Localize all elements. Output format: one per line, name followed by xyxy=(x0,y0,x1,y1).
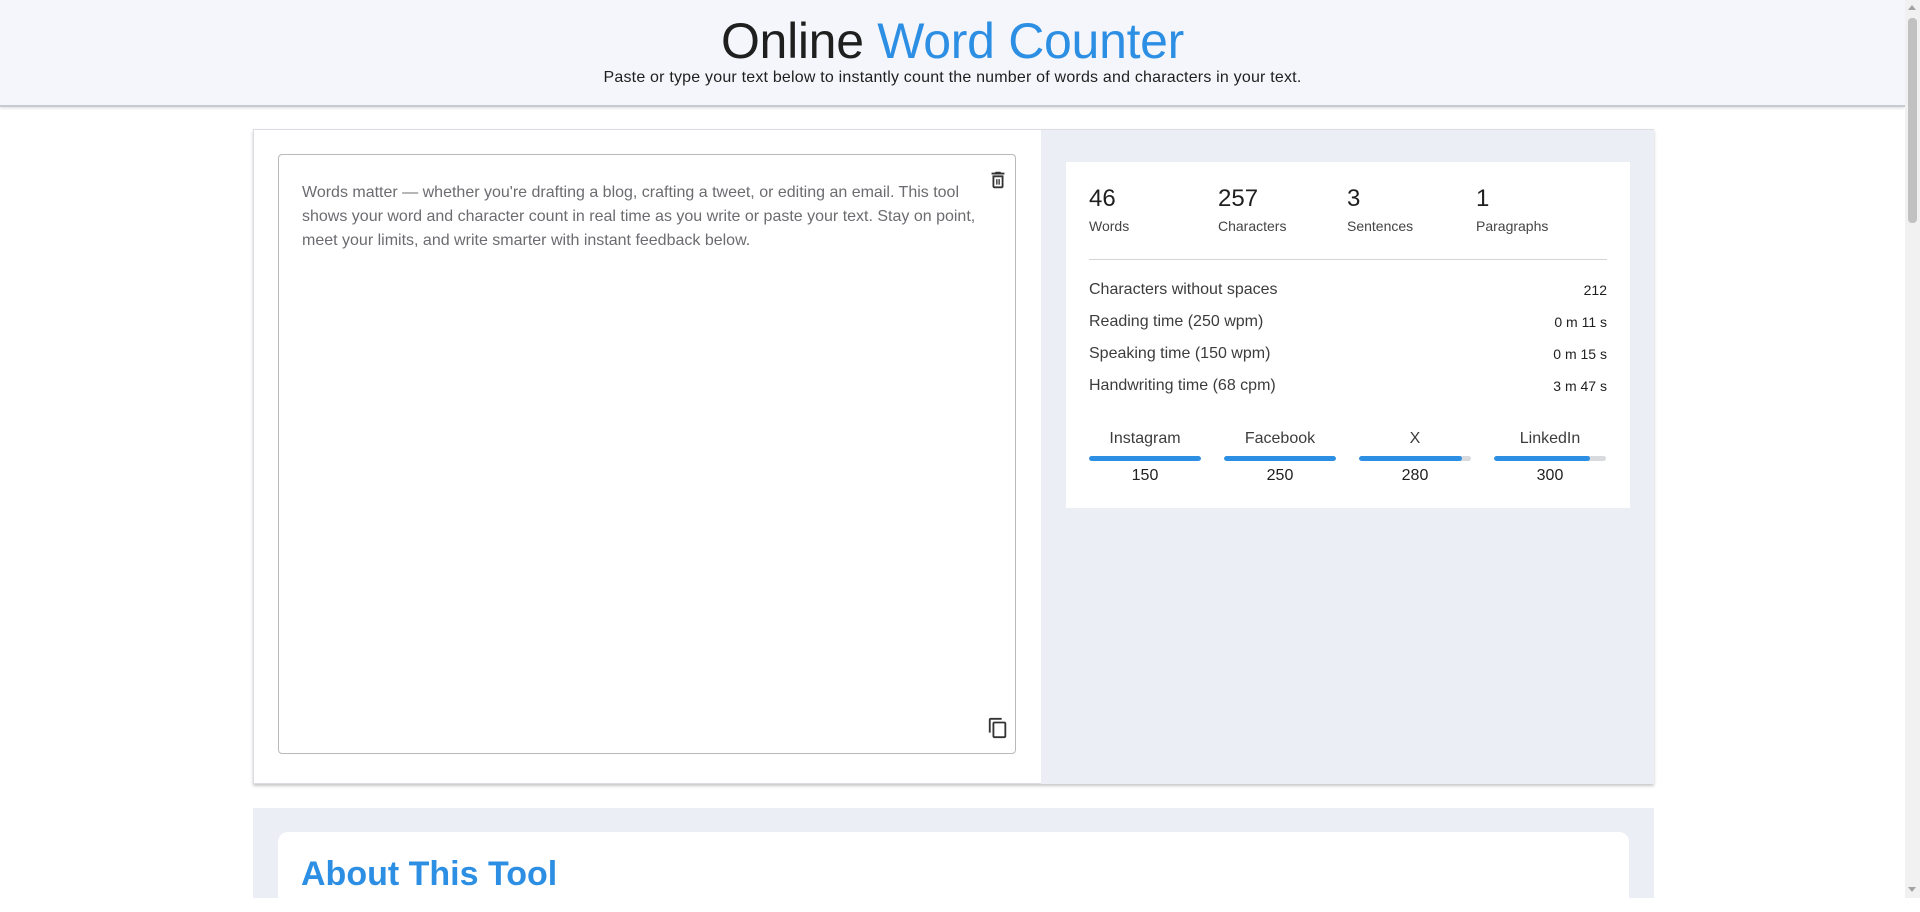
social-limit-value: 150 xyxy=(1131,467,1159,484)
social-limit-instagram: Instagram 150 xyxy=(1089,429,1201,486)
about-title: About This Tool xyxy=(301,855,558,893)
clear-button[interactable] xyxy=(985,167,1011,193)
characters-label: Characters xyxy=(1218,218,1287,234)
social-name: Facebook xyxy=(1244,430,1316,447)
paragraphs-count: 1 Paragraphs xyxy=(1476,184,1596,235)
copy-button[interactable] xyxy=(985,715,1011,741)
stats-panel: 46 Words 257 Characters 3 Sentences 1 Pa… xyxy=(1041,130,1654,784)
counter-card: Words matter — whether you're drafting a… xyxy=(253,129,1654,784)
editor-text[interactable]: Words matter — whether you're drafting a… xyxy=(302,181,982,253)
about-section: About This Tool xyxy=(253,808,1654,912)
social-limit-x: X 280 xyxy=(1359,429,1471,486)
social-name: X xyxy=(1409,430,1421,447)
detail-row: Reading time (250 wpm) 0 m 11 s xyxy=(1089,311,1607,333)
detail-row: Characters without spaces 212 xyxy=(1089,279,1607,301)
social-name: LinkedIn xyxy=(1519,430,1581,447)
social-progress-bar xyxy=(1494,456,1606,461)
social-progress-fill xyxy=(1359,456,1463,461)
detail-label: Speaking time (150 wpm) xyxy=(1089,345,1271,362)
social-limit-facebook: Facebook 250 xyxy=(1224,429,1336,486)
about-card: About This Tool xyxy=(278,832,1629,912)
social-limit-value: 250 xyxy=(1266,467,1294,484)
title-part-1: Online xyxy=(720,13,864,69)
copy-icon xyxy=(988,717,1007,739)
social-name: Instagram xyxy=(1109,430,1181,447)
characters-count: 257 Characters xyxy=(1218,184,1338,235)
social-limit-linkedin: LinkedIn 300 xyxy=(1494,429,1606,486)
detail-label: Characters without spaces xyxy=(1089,281,1278,298)
page-scrollbar[interactable] xyxy=(1905,0,1920,898)
sentences-value: 3 xyxy=(1347,185,1361,212)
page-header: Online Word Counter Paste or type your t… xyxy=(0,0,1905,107)
detail-value: 3 m 47 s xyxy=(1553,378,1607,394)
social-limit-value: 300 xyxy=(1536,467,1564,484)
words-count: 46 Words xyxy=(1089,184,1209,235)
sentences-label: Sentences xyxy=(1347,218,1414,234)
detail-label: Reading time (250 wpm) xyxy=(1089,313,1264,330)
detail-label: Handwriting time (68 cpm) xyxy=(1089,377,1276,394)
page-subtitle: Paste or type your text below to instant… xyxy=(603,69,1302,86)
detail-value: 212 xyxy=(1583,282,1607,298)
social-limit-value: 280 xyxy=(1401,467,1429,484)
paragraphs-value: 1 xyxy=(1476,185,1490,212)
scroll-up-arrow-icon[interactable] xyxy=(1908,5,1916,10)
scroll-thumb[interactable] xyxy=(1908,18,1917,223)
characters-value: 257 xyxy=(1218,185,1259,212)
words-value: 46 xyxy=(1089,185,1116,212)
social-progress-fill xyxy=(1494,456,1591,461)
paragraphs-label: Paragraphs xyxy=(1476,218,1549,234)
stats-box: 46 Words 257 Characters 3 Sentences 1 Pa… xyxy=(1066,162,1630,508)
detail-row: Handwriting time (68 cpm) 3 m 47 s xyxy=(1089,375,1607,397)
social-progress-bar xyxy=(1089,456,1201,461)
words-label: Words xyxy=(1089,218,1130,234)
social-progress-fill xyxy=(1089,456,1201,461)
trash-icon xyxy=(991,171,1005,189)
detail-value: 0 m 11 s xyxy=(1554,314,1607,330)
title-part-2: Word Counter xyxy=(877,13,1185,69)
detail-row: Speaking time (150 wpm) 0 m 15 s xyxy=(1089,343,1607,365)
detail-value: 0 m 15 s xyxy=(1553,346,1607,362)
stats-divider xyxy=(1089,259,1607,260)
scroll-down-arrow-icon[interactable] xyxy=(1908,887,1916,892)
count-summary: 46 Words 257 Characters 3 Sentences 1 Pa… xyxy=(1089,184,1607,242)
page-title: Online Word Counter xyxy=(0,12,1905,70)
social-progress-fill xyxy=(1224,456,1336,461)
social-progress-bar xyxy=(1359,456,1471,461)
sentences-count: 3 Sentences xyxy=(1347,184,1467,235)
social-progress-bar xyxy=(1224,456,1336,461)
text-editor[interactable]: Words matter — whether you're drafting a… xyxy=(278,154,1016,754)
